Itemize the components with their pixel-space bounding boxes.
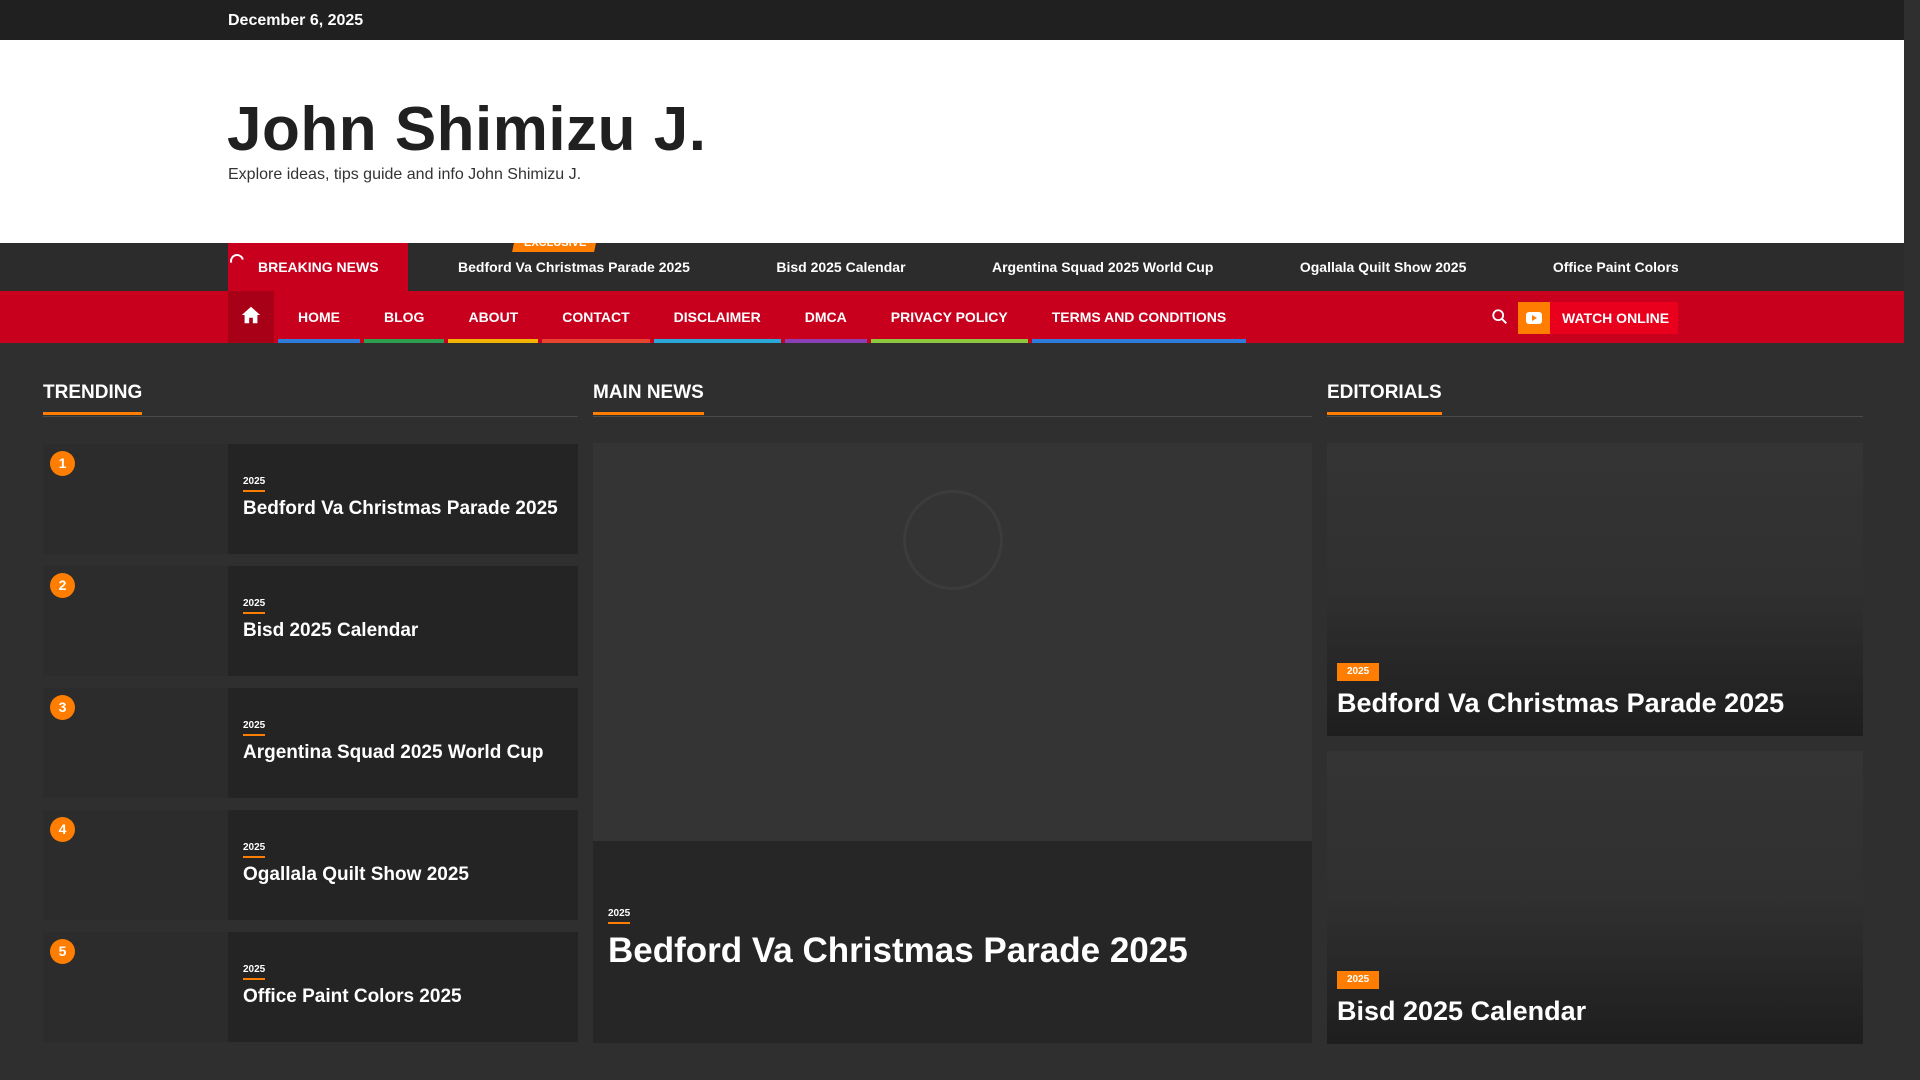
nav-item-underline — [653, 339, 781, 343]
ticker-item[interactable]: Ogallala Quilt Show 2025 — [1300, 259, 1467, 275]
youtube-icon — [1526, 312, 1542, 324]
nav-item-underline — [278, 339, 360, 343]
rank-badge: 4 — [50, 817, 75, 842]
breaking-news-label-box: EXCLUSIVE BREAKING NEWS — [227, 243, 599, 291]
nav-item-blog[interactable]: BLOG — [364, 291, 445, 343]
main-news-divider — [593, 416, 1312, 417]
trending-item-title[interactable]: Bisd 2025 Calendar — [243, 620, 418, 642]
nav-item-disclaimer[interactable]: DISCLAIMER — [653, 291, 781, 343]
main-news-headline[interactable]: Bedford Va Christmas Parade 2025 — [608, 931, 1188, 971]
category-tag[interactable]: 2025 — [243, 842, 266, 858]
category-tag[interactable]: 2025 — [1337, 971, 1380, 989]
editorial-card[interactable]: 2025 Bedford Va Christmas Parade 2025 — [1327, 443, 1863, 736]
trending-divider — [43, 416, 578, 417]
top-bar: December 6, 2025 — [0, 0, 1904, 40]
nav-item-terms[interactable]: TERMS AND CONDITIONS — [1031, 291, 1247, 343]
watch-online-button[interactable]: WATCH ONLINE — [1518, 302, 1678, 334]
trending-title: TRENDING — [43, 382, 143, 415]
ticker-item[interactable]: Argentina Squad 2025 World Cup — [992, 259, 1213, 275]
editorial-title[interactable]: Bedford Va Christmas Parade 2025 — [1337, 688, 1784, 719]
trending-item[interactable]: 5 2025 Office Paint Colors 2025 — [43, 932, 578, 1042]
current-date: December 6, 2025 — [228, 12, 364, 29]
site-tagline: Explore ideas, tips guide and info John … — [228, 166, 582, 183]
trending-item-title[interactable]: Office Paint Colors 2025 — [243, 986, 462, 1008]
nav-item-about[interactable]: ABOUT — [448, 291, 539, 343]
nav-item-home[interactable]: HOME — [278, 291, 360, 343]
trending-item[interactable]: 1 2025 Bedford Va Christmas Parade 2025 — [43, 444, 578, 554]
category-tag[interactable]: 2025 — [243, 720, 266, 736]
ticker-items: Bedford Va Christmas Parade 2025 Bisd 20… — [458, 259, 1678, 279]
trending-item[interactable]: 3 2025 Argentina Squad 2025 World Cup — [43, 688, 578, 798]
nav-item-underline — [870, 339, 1028, 343]
ticker-item[interactable]: Bedford Va Christmas Parade 2025 — [458, 259, 690, 275]
watch-online-label: WATCH ONLINE — [1562, 310, 1670, 326]
ticker-item[interactable]: Office Paint Colors 2025 — [1553, 259, 1678, 275]
nav-item-privacy-policy[interactable]: PRIVACY POLICY — [870, 291, 1028, 343]
main-news-title: MAIN NEWS — [593, 382, 704, 415]
main-news-image[interactable] — [593, 443, 1312, 841]
category-tag[interactable]: 2025 — [243, 476, 266, 492]
nav-item-underline — [448, 339, 539, 343]
exclusive-badge: EXCLUSIVE — [512, 243, 599, 252]
trending-item[interactable]: 4 2025 Ogallala Quilt Show 2025 — [43, 810, 578, 920]
trending-item-title[interactable]: Ogallala Quilt Show 2025 — [243, 864, 469, 886]
trending-item[interactable]: 2 2025 Bisd 2025 Calendar — [43, 566, 578, 676]
category-tag[interactable]: 2025 — [1337, 663, 1380, 681]
trending-item-title[interactable]: Bedford Va Christmas Parade 2025 — [243, 498, 558, 520]
editorials-divider — [1327, 416, 1863, 417]
main-news-card[interactable]: 2025 Bedford Va Christmas Parade 2025 — [593, 443, 1312, 1043]
category-tag[interactable]: 2025 — [608, 908, 631, 924]
site-title[interactable]: John Shimizu J. — [227, 94, 706, 165]
nav-item-dmca[interactable]: DMCA — [784, 291, 867, 343]
nav-item-underline — [784, 339, 867, 343]
loading-spinner-icon — [227, 251, 247, 271]
rank-badge: 2 — [50, 573, 75, 598]
rank-badge: 5 — [50, 939, 75, 964]
breaking-news-ticker: EXCLUSIVE BREAKING NEWS Bedford Va Chris… — [0, 243, 1904, 291]
rank-badge: 1 — [50, 451, 75, 476]
nav-item-underline — [364, 339, 445, 343]
category-tag[interactable]: 2025 — [243, 598, 266, 614]
home-button[interactable] — [228, 291, 274, 343]
breaking-news-label: BREAKING NEWS — [258, 259, 379, 275]
nav-item-contact[interactable]: CONTACT — [542, 291, 650, 343]
home-icon — [241, 306, 261, 324]
trending-item-title[interactable]: Argentina Squad 2025 World Cup — [243, 742, 544, 764]
editorial-title[interactable]: Bisd 2025 Calendar — [1337, 996, 1586, 1027]
editorials-title: EDITORIALS — [1327, 382, 1442, 415]
site-header: John Shimizu J. Explore ideas, tips guid… — [0, 40, 1904, 243]
nav-item-underline — [1031, 339, 1247, 343]
category-tag[interactable]: 2025 — [243, 964, 266, 980]
nav-menu: HOME BLOG ABOUT CONTACT DISCLAIMER DMCA … — [278, 291, 1250, 343]
nav-item-underline — [542, 339, 650, 343]
editorial-card[interactable]: 2025 Bisd 2025 Calendar — [1327, 751, 1863, 1044]
image-loading-ring — [903, 490, 1003, 590]
search-icon[interactable] — [1491, 308, 1509, 326]
rank-badge: 3 — [50, 695, 75, 720]
youtube-icon-box — [1518, 302, 1550, 334]
main-navigation: HOME BLOG ABOUT CONTACT DISCLAIMER DMCA … — [0, 291, 1904, 343]
ticker-item[interactable]: Bisd 2025 Calendar — [776, 259, 905, 275]
